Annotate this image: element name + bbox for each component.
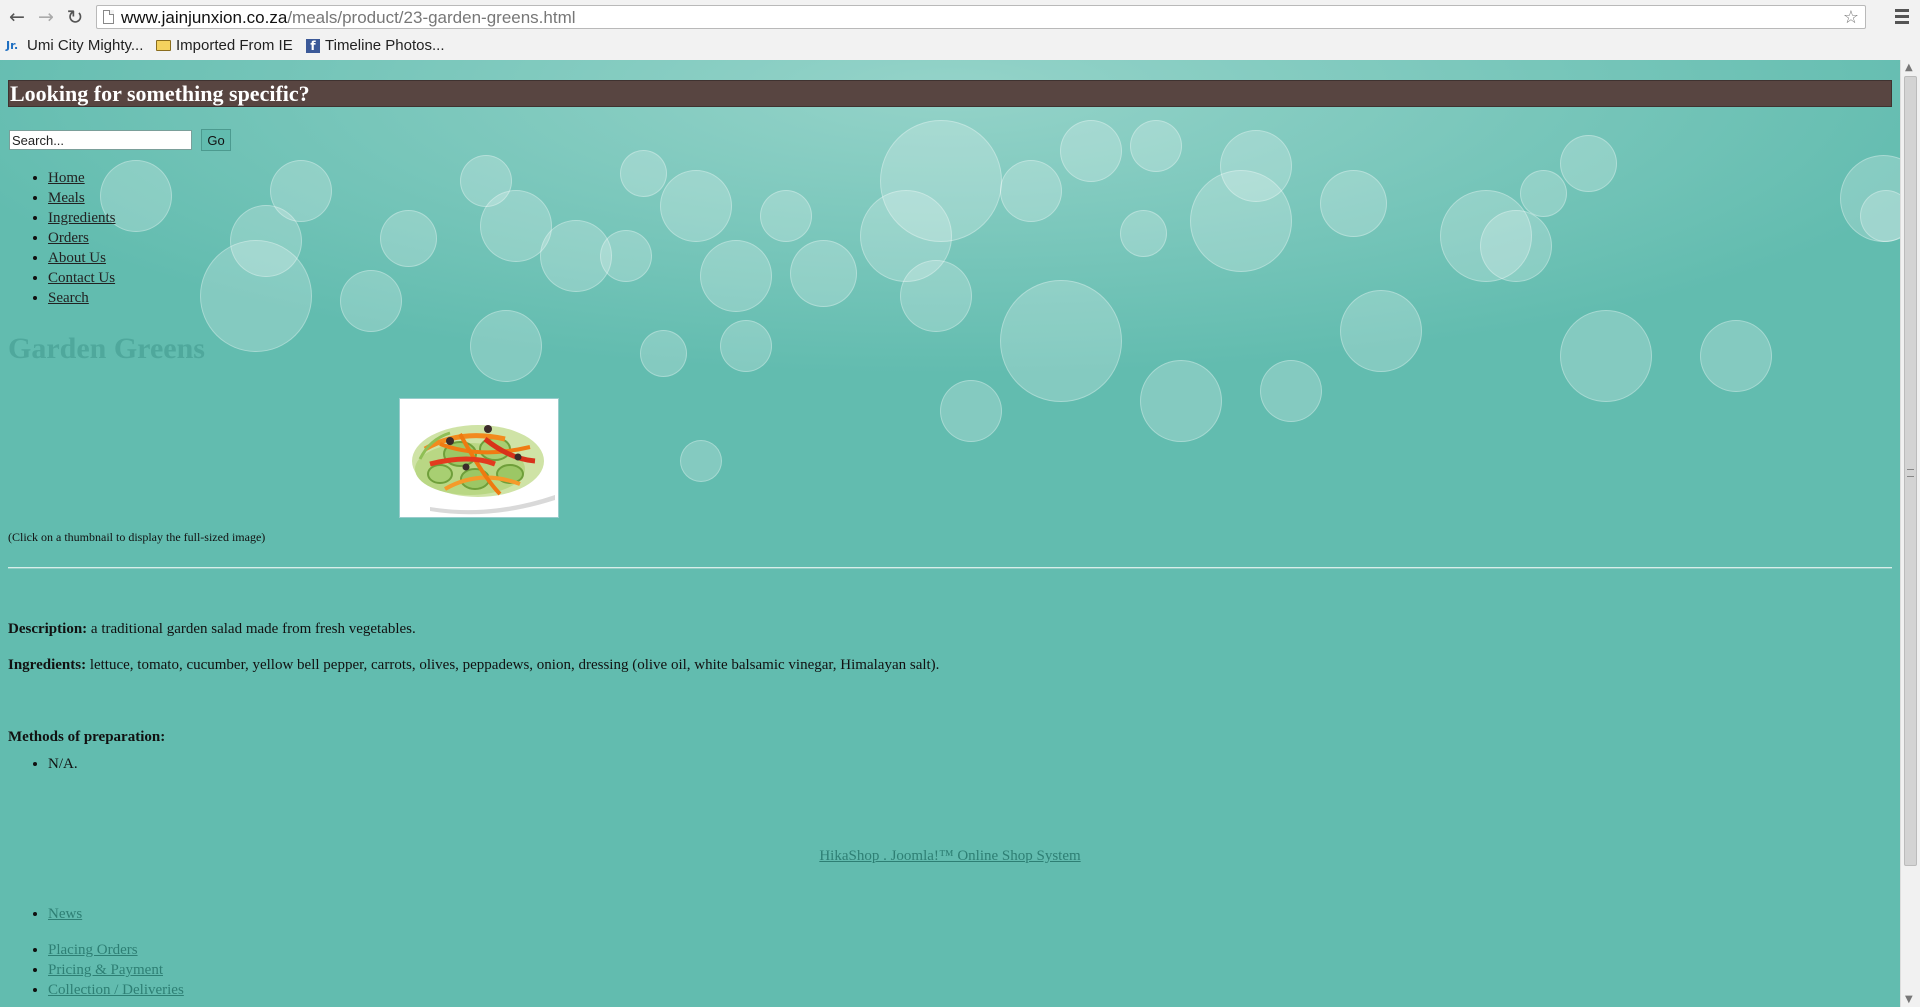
address-bar[interactable]: www.jainjunxion.co.za/meals/product/23-g… bbox=[96, 5, 1866, 29]
footer-item-news: News bbox=[48, 904, 82, 924]
footer-item-collection-deliveries: Collection / Deliveries bbox=[48, 980, 184, 1000]
nav-link-ingredients[interactable]: Ingredients bbox=[48, 210, 115, 226]
footer-news-list: News bbox=[0, 904, 82, 924]
nav-link-home[interactable]: Home bbox=[48, 170, 85, 186]
footer-link-placing-orders[interactable]: Placing Orders bbox=[48, 942, 138, 958]
nav-link-about-us[interactable]: About Us bbox=[48, 250, 106, 266]
horizontal-divider bbox=[8, 567, 1892, 569]
description-label: Description: bbox=[8, 621, 88, 637]
scroll-down-arrow-icon[interactable]: ▼ bbox=[1905, 994, 1913, 1005]
bookmark-label: Imported From IE bbox=[176, 37, 293, 54]
product-ingredients: Ingredients: lettuce, tomato, cucumber, … bbox=[8, 657, 939, 674]
scrollbar-thumb[interactable] bbox=[1904, 76, 1917, 866]
nav-item-meals: Meals bbox=[48, 188, 115, 208]
url-path: /meals/product/23-garden-greens.html bbox=[287, 8, 576, 27]
ingredients-label: Ingredients: bbox=[8, 657, 87, 673]
url-host: www.jainjunxion.co.za bbox=[121, 8, 288, 27]
salad-image bbox=[400, 399, 558, 517]
footer-info-list: Placing Orders Pricing & Payment Collect… bbox=[0, 940, 184, 1000]
bookmark-imported-from-ie[interactable]: Imported From IE bbox=[156, 36, 293, 56]
nav-link-meals[interactable]: Meals bbox=[48, 190, 85, 206]
list-item: N/A. bbox=[48, 754, 78, 774]
nav-item-contact-us: Contact Us bbox=[48, 268, 115, 288]
description-text: a traditional garden salad made from fre… bbox=[87, 621, 416, 637]
ingredients-text: lettuce, tomato, cucumber, yellow bell p… bbox=[86, 657, 940, 673]
nav-item-ingredients: Ingredients bbox=[48, 208, 115, 228]
search-input[interactable] bbox=[9, 130, 192, 150]
nav-link-search[interactable]: Search bbox=[48, 290, 89, 306]
footer-item-placing-orders: Placing Orders bbox=[48, 940, 184, 960]
browser-menu-icon[interactable] bbox=[1892, 6, 1912, 28]
reload-icon[interactable]: ↻ bbox=[64, 6, 86, 28]
product-description: Description: a traditional garden salad … bbox=[8, 621, 416, 638]
page-viewport: Looking for something specific? Go Home … bbox=[0, 60, 1900, 1007]
product-title: Garden Greens bbox=[8, 332, 205, 365]
nav-item-search: Search bbox=[48, 288, 115, 308]
facebook-icon: f bbox=[306, 39, 320, 54]
bookmark-label: Umi City Mighty... bbox=[27, 37, 144, 54]
browser-toolbar: ← → ↻ www.jainjunxion.co.za/meals/produc… bbox=[0, 0, 1920, 34]
footer-link-collection-deliveries[interactable]: Collection / Deliveries bbox=[48, 982, 184, 998]
nav-item-orders: Orders bbox=[48, 228, 115, 248]
bokeh-background bbox=[0, 60, 1900, 500]
footer-item-pricing-payment: Pricing & Payment bbox=[48, 960, 184, 980]
footer-link-news[interactable]: News bbox=[48, 906, 82, 922]
nav-item-home: Home bbox=[48, 168, 115, 188]
jr-favicon-icon: Jr. bbox=[6, 39, 19, 53]
bookmarks-bar: Jr. Umi City Mighty... Imported From IE f… bbox=[0, 34, 1920, 58]
product-thumbnail[interactable] bbox=[399, 398, 559, 518]
nav-link-orders[interactable]: Orders bbox=[48, 230, 89, 246]
page-icon bbox=[103, 10, 114, 24]
methods-heading: Methods of preparation: bbox=[8, 729, 166, 745]
search-go-button[interactable]: Go bbox=[201, 129, 231, 151]
folder-icon bbox=[156, 39, 171, 51]
thumbnail-caption: (Click on a thumbnail to display the ful… bbox=[8, 530, 266, 544]
methods-list: N/A. bbox=[0, 754, 78, 774]
nav-link-contact-us[interactable]: Contact Us bbox=[48, 270, 115, 286]
back-arrow-icon[interactable]: ← bbox=[6, 6, 28, 28]
bookmark-timeline-photos[interactable]: f Timeline Photos... bbox=[306, 36, 445, 56]
browser-chrome: ← → ↻ www.jainjunxion.co.za/meals/produc… bbox=[0, 0, 1920, 61]
bookmark-star-icon[interactable]: ☆ bbox=[1843, 7, 1859, 28]
footer-credit: HikaShop . Joomla!™ Online Shop System bbox=[0, 848, 1900, 865]
bookmark-umi-city[interactable]: Jr. Umi City Mighty... bbox=[6, 36, 143, 56]
nav-item-about-us: About Us bbox=[48, 248, 115, 268]
hikashop-credit-link[interactable]: HikaShop . Joomla!™ Online Shop System bbox=[819, 848, 1080, 864]
main-nav: Home Meals Ingredients Orders About Us C… bbox=[0, 168, 115, 308]
search-banner-heading: Looking for something specific? bbox=[8, 80, 1892, 107]
url-text[interactable]: www.jainjunxion.co.za/meals/product/23-g… bbox=[121, 8, 576, 28]
footer-link-pricing-payment[interactable]: Pricing & Payment bbox=[48, 962, 163, 978]
scroll-up-arrow-icon[interactable]: ▲ bbox=[1905, 62, 1913, 73]
forward-arrow-icon[interactable]: → bbox=[35, 6, 57, 28]
vertical-scrollbar[interactable]: ▲ ▼ bbox=[1900, 60, 1920, 1007]
search-form: Go bbox=[9, 129, 231, 151]
bookmark-label: Timeline Photos... bbox=[325, 37, 445, 54]
